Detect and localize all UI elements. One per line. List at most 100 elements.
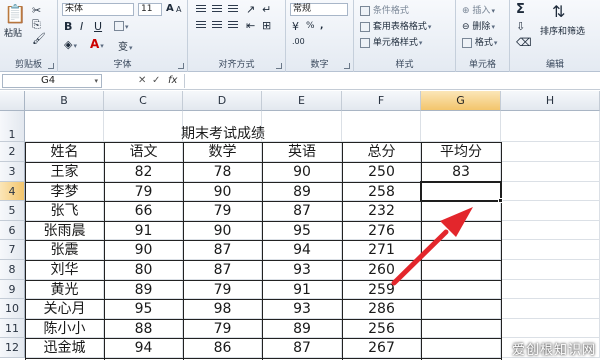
paste-button[interactable]: 粘贴: [4, 26, 22, 39]
grow-font-button[interactable]: A: [166, 3, 174, 14]
shrink-font-button[interactable]: A: [176, 5, 181, 14]
insert-button[interactable]: ⊕ 插入▾: [462, 3, 495, 16]
table-cell[interactable]: 90: [183, 222, 262, 240]
row-header-6[interactable]: 6: [0, 220, 25, 241]
alignment-launcher[interactable]: [276, 63, 282, 69]
cancel-icon[interactable]: ✕: [138, 74, 146, 88]
table-cell[interactable]: 87: [262, 202, 342, 220]
worksheet[interactable]: BCDEFGH 1 2 3 4 5 6 7 8 9 10 11 12 期末考试成绩 姓名 语文 数学 英语总…: [0, 91, 600, 360]
fill-handle[interactable]: [498, 198, 503, 204]
table-cell[interactable]: 80: [104, 261, 183, 279]
sort-filter-icon[interactable]: ⇅: [552, 2, 565, 21]
table-cell[interactable]: 79: [183, 281, 262, 299]
table-cell[interactable]: 87: [262, 339, 342, 357]
comma-button[interactable]: ,: [320, 21, 323, 31]
table-cell[interactable]: 95: [262, 222, 342, 240]
fill-color-button[interactable]: ◈▾: [64, 38, 77, 51]
phonetic-button[interactable]: 变▾: [118, 38, 133, 53]
number-launcher[interactable]: [344, 63, 350, 69]
font-launcher[interactable]: [178, 63, 184, 69]
table-cell[interactable]: 232: [342, 202, 421, 220]
table-cell[interactable]: 张震: [25, 241, 104, 259]
row-header-10[interactable]: 10: [0, 299, 25, 319]
format-as-table-button[interactable]: 套用表格格式▾: [360, 19, 431, 32]
cut-icon[interactable]: ✂: [32, 4, 41, 17]
table-cell[interactable]: 90: [183, 183, 262, 201]
row-header-8[interactable]: 8: [0, 259, 25, 280]
sheet-title[interactable]: 期末考试成绩: [25, 125, 421, 143]
column-header-b[interactable]: B: [25, 91, 104, 111]
header-cell[interactable]: 平均分: [421, 143, 501, 161]
table-cell[interactable]: 93: [262, 261, 342, 279]
percent-button[interactable]: %: [306, 21, 315, 31]
table-cell[interactable]: 90: [104, 241, 183, 259]
select-all-corner[interactable]: [0, 91, 25, 111]
cell-styles-button[interactable]: 单元格样式▾: [360, 35, 422, 48]
selected-cell-g4[interactable]: [420, 180, 502, 203]
table-cell[interactable]: 98: [183, 300, 262, 318]
table-cell[interactable]: 267: [342, 339, 421, 357]
sort-filter-button[interactable]: 排序和筛选: [540, 24, 585, 37]
table-cell[interactable]: 256: [342, 320, 421, 338]
align-middle-button[interactable]: [212, 5, 222, 15]
align-bottom-button[interactable]: [228, 5, 238, 15]
table-cell[interactable]: 90: [262, 163, 342, 181]
table-cell[interactable]: 94: [104, 339, 183, 357]
table-cell[interactable]: 86: [183, 339, 262, 357]
table-cell[interactable]: 91: [104, 222, 183, 240]
clear-icon[interactable]: ⌫: [516, 36, 532, 49]
table-cell[interactable]: 79: [183, 320, 262, 338]
column-header-d[interactable]: D: [183, 91, 262, 111]
header-cell[interactable]: 语文: [104, 143, 183, 161]
column-header-h[interactable]: H: [501, 91, 600, 111]
table-cell[interactable]: 刘华: [25, 261, 104, 279]
table-cell[interactable]: 78: [183, 163, 262, 181]
table-cell[interactable]: 83: [421, 163, 501, 181]
paste-icon[interactable]: 📋: [4, 4, 26, 25]
table-cell[interactable]: 李梦: [25, 183, 104, 201]
table-cell[interactable]: 258: [342, 183, 421, 201]
table-cell[interactable]: 260: [342, 261, 421, 279]
table-cell[interactable]: 82: [104, 163, 183, 181]
row-header-5[interactable]: 5: [0, 201, 25, 221]
wrap-text-icon[interactable]: ↵: [262, 3, 271, 16]
table-cell[interactable]: 91: [262, 281, 342, 299]
table-cell[interactable]: 79: [104, 183, 183, 201]
align-top-button[interactable]: [196, 5, 206, 15]
column-header-c[interactable]: C: [104, 91, 183, 111]
row-header-2[interactable]: 2: [0, 142, 25, 162]
format-button[interactable]: 格式▾: [462, 35, 497, 48]
header-cell[interactable]: 数学: [183, 143, 262, 161]
table-cell[interactable]: 93: [262, 300, 342, 318]
table-cell[interactable]: 黄光: [25, 281, 104, 299]
borders-button[interactable]: ▾: [114, 21, 129, 32]
row-header-7[interactable]: 7: [0, 240, 25, 260]
autosum-button[interactable]: Σ: [516, 2, 525, 17]
header-cell[interactable]: 总分: [342, 143, 421, 161]
table-cell[interactable]: 张飞: [25, 202, 104, 220]
row-header-1[interactable]: 1: [0, 111, 25, 143]
column-header-f[interactable]: F: [342, 91, 421, 111]
underline-button[interactable]: U: [94, 20, 102, 33]
row-header-12[interactable]: 12: [0, 338, 25, 358]
row-header-9[interactable]: 9: [0, 279, 25, 300]
name-box-dropdown-icon[interactable]: ▾: [94, 75, 98, 87]
delete-button[interactable]: ⊖ 删除▾: [462, 19, 495, 32]
row-header-3[interactable]: 3: [0, 161, 25, 182]
table-cell[interactable]: 王家: [25, 163, 104, 181]
table-cell[interactable]: 271: [342, 241, 421, 259]
enter-icon[interactable]: ✓: [152, 74, 160, 88]
name-box[interactable]: G4 ▾: [2, 74, 102, 88]
table-cell[interactable]: 迅金城: [25, 339, 104, 357]
align-center-button[interactable]: [212, 21, 222, 31]
fill-icon[interactable]: ⇩: [516, 20, 525, 33]
header-cell[interactable]: 姓名: [25, 143, 104, 161]
format-painter-icon[interactable]: 🖌: [32, 32, 46, 45]
italic-button[interactable]: I: [80, 20, 83, 33]
align-right-button[interactable]: [228, 21, 238, 31]
table-cell[interactable]: 95: [104, 300, 183, 318]
increase-decimal-button[interactable]: .00: [292, 37, 305, 46]
table-cell[interactable]: 276: [342, 222, 421, 240]
table-cell[interactable]: 陈小小: [25, 320, 104, 338]
table-cell[interactable]: 关心月: [25, 300, 104, 318]
